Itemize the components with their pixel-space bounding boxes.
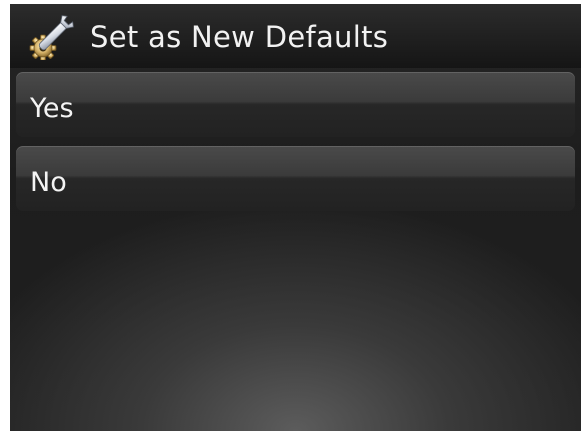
title-bar: Set as New Defaults <box>10 4 581 68</box>
printer-panel-screen: Set as New Defaults Yes No <box>10 4 581 431</box>
wrench-gear-icon <box>29 14 75 62</box>
no-button[interactable]: No <box>16 146 575 211</box>
yes-button-label: Yes <box>30 93 74 124</box>
no-button-label: No <box>30 167 67 198</box>
page-title: Set as New Defaults <box>90 20 389 54</box>
yes-button[interactable]: Yes <box>16 72 575 137</box>
